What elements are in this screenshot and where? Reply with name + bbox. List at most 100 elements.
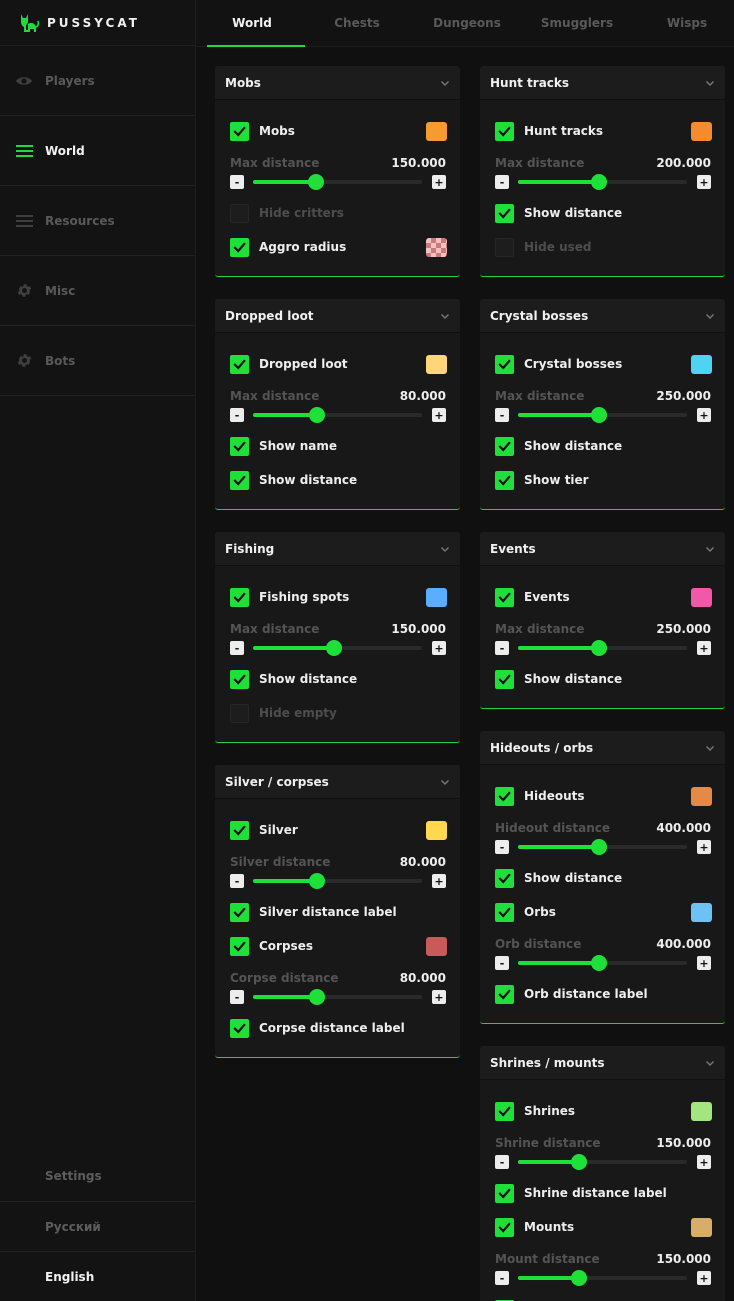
chevron-down-icon[interactable] <box>440 772 450 791</box>
corpse-distance-label-checkbox[interactable] <box>230 1018 249 1038</box>
slider-track[interactable] <box>518 1270 687 1286</box>
slider-track[interactable] <box>253 989 422 1005</box>
color-swatch[interactable] <box>691 1101 712 1121</box>
color-swatch[interactable] <box>691 902 712 922</box>
slider-thumb[interactable] <box>591 407 608 423</box>
slider-thumb[interactable] <box>309 873 326 889</box>
events-checkbox[interactable] <box>495 587 514 607</box>
color-swatch[interactable] <box>426 820 447 840</box>
hide-empty-checkbox[interactable] <box>230 703 249 723</box>
show-distance-checkbox[interactable] <box>230 470 249 490</box>
slider-thumb[interactable] <box>570 1270 587 1286</box>
increment-button[interactable]: + <box>432 175 446 189</box>
sidebar-item-world[interactable]: World <box>0 116 195 186</box>
slider-thumb[interactable] <box>307 174 324 190</box>
slider-track[interactable] <box>253 174 422 190</box>
color-swatch[interactable] <box>426 354 447 374</box>
color-swatch[interactable] <box>426 237 447 257</box>
slider-track[interactable] <box>253 640 422 656</box>
hide-critters-checkbox[interactable] <box>230 203 249 223</box>
color-swatch[interactable] <box>691 121 712 141</box>
chevron-down-icon[interactable] <box>440 306 450 325</box>
chevron-down-icon[interactable] <box>440 73 450 92</box>
aggro-radius-checkbox[interactable] <box>230 237 249 257</box>
decrement-button[interactable]: - <box>230 990 244 1004</box>
chevron-down-icon[interactable] <box>440 539 450 558</box>
tab-smugglers[interactable]: Smugglers <box>522 0 632 46</box>
silver-checkbox[interactable] <box>230 820 249 840</box>
sidebar-bottom-settings[interactable]: Settings <box>0 1151 195 1201</box>
hide-used-checkbox[interactable] <box>495 237 514 257</box>
decrement-button[interactable]: - <box>230 874 244 888</box>
decrement-button[interactable]: - <box>495 641 509 655</box>
chevron-down-icon[interactable] <box>705 73 715 92</box>
increment-button[interactable]: + <box>697 175 711 189</box>
shrines-checkbox[interactable] <box>495 1101 514 1121</box>
panel-header[interactable]: Mobs <box>215 66 460 100</box>
color-swatch[interactable] <box>426 587 447 607</box>
slider-thumb[interactable] <box>570 1154 587 1170</box>
increment-button[interactable]: + <box>697 408 711 422</box>
tab-wisps[interactable]: Wisps <box>632 0 734 46</box>
chevron-down-icon[interactable] <box>705 306 715 325</box>
color-swatch[interactable] <box>691 786 712 806</box>
slider-track[interactable] <box>518 174 687 190</box>
increment-button[interactable]: + <box>697 641 711 655</box>
show-distance-checkbox[interactable] <box>230 669 249 689</box>
decrement-button[interactable]: - <box>230 175 244 189</box>
crystal-bosses-checkbox[interactable] <box>495 354 514 374</box>
slider-track[interactable] <box>253 407 422 423</box>
panel-header[interactable]: Hunt tracks <box>480 66 725 100</box>
show-distance-checkbox[interactable] <box>495 436 514 456</box>
slider-track[interactable] <box>518 839 687 855</box>
increment-button[interactable]: + <box>697 1155 711 1169</box>
increment-button[interactable]: + <box>697 1271 711 1285</box>
chevron-down-icon[interactable] <box>705 539 715 558</box>
increment-button[interactable]: + <box>432 990 446 1004</box>
orb-distance-label-checkbox[interactable] <box>495 984 514 1004</box>
slider-track[interactable] <box>518 1154 687 1170</box>
tab-dungeons[interactable]: Dungeons <box>412 0 522 46</box>
slider-thumb[interactable] <box>591 839 608 855</box>
hideouts-checkbox[interactable] <box>495 786 514 806</box>
sidebar-item-misc[interactable]: Misc <box>0 256 195 326</box>
silver-distance-label-checkbox[interactable] <box>230 902 249 922</box>
color-swatch[interactable] <box>691 1217 712 1237</box>
sidebar-item-resources[interactable]: Resources <box>0 186 195 256</box>
slider-thumb[interactable] <box>309 989 326 1005</box>
corpses-checkbox[interactable] <box>230 936 249 956</box>
tab-world[interactable]: World <box>196 0 305 47</box>
mounts-checkbox[interactable] <box>495 1217 514 1237</box>
slider-track[interactable] <box>518 955 687 971</box>
slider-thumb[interactable] <box>591 174 608 190</box>
decrement-button[interactable]: - <box>495 175 509 189</box>
slider-thumb[interactable] <box>591 640 608 656</box>
decrement-button[interactable]: - <box>230 641 244 655</box>
color-swatch[interactable] <box>691 354 712 374</box>
tab-chests[interactable]: Chests <box>302 0 412 46</box>
slider-track[interactable] <box>253 873 422 889</box>
decrement-button[interactable]: - <box>495 1271 509 1285</box>
color-swatch[interactable] <box>426 121 447 141</box>
slider-thumb[interactable] <box>591 955 608 971</box>
panel-header[interactable]: Events <box>480 532 725 566</box>
panel-header[interactable]: Shrines / mounts <box>480 1046 725 1080</box>
show-name-checkbox[interactable] <box>230 436 249 456</box>
slider-thumb[interactable] <box>326 640 343 656</box>
sidebar-item-players[interactable]: Players <box>0 46 195 116</box>
decrement-button[interactable]: - <box>495 840 509 854</box>
decrement-button[interactable]: - <box>495 956 509 970</box>
sidebar-item-bots[interactable]: Bots <box>0 326 195 396</box>
mobs-checkbox[interactable] <box>230 121 249 141</box>
color-swatch[interactable] <box>691 587 712 607</box>
slider-track[interactable] <box>518 640 687 656</box>
color-swatch[interactable] <box>426 936 447 956</box>
shrine-distance-label-checkbox[interactable] <box>495 1183 514 1203</box>
dropped-loot-checkbox[interactable] <box>230 354 249 374</box>
show-tier-checkbox[interactable] <box>495 470 514 490</box>
fishing-spots-checkbox[interactable] <box>230 587 249 607</box>
panel-header[interactable]: Dropped loot <box>215 299 460 333</box>
decrement-button[interactable]: - <box>230 408 244 422</box>
increment-button[interactable]: + <box>697 956 711 970</box>
hunt-tracks-checkbox[interactable] <box>495 121 514 141</box>
